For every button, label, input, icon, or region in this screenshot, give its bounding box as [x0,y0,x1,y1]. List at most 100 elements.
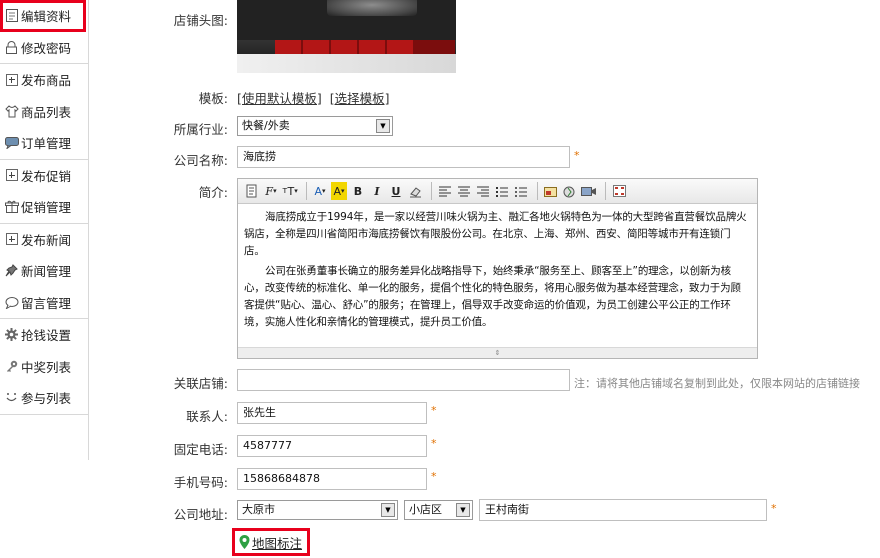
sidebar-item[interactable]: 参与列表 [0,382,88,414]
required-mark: * [431,437,437,450]
map-marker-link[interactable]: 地图标注 [232,528,310,556]
text-color-icon[interactable]: A ▾ [312,182,328,200]
intro-paragraph: 海底捞成立于1994年，是一家以经营川味火锅为主、融汇各地火锅特色为一体的大型跨… [244,211,747,257]
fullscreen-icon[interactable] [611,182,627,200]
pin-icon [4,263,19,278]
gear-icon [4,327,19,342]
editor-resize-handle[interactable]: ⇕ [238,347,757,358]
sidebar-item[interactable]: 发布新闻 [0,224,88,256]
sidebar-item-label: 商品列表 [21,104,72,120]
underline-icon[interactable]: U [388,182,404,200]
eraser-icon[interactable] [407,182,423,200]
sidebar: 编辑资料修改密码发布商品商品列表订单管理发布促销促销管理发布新闻新闻管理留言管理… [0,0,89,460]
sidebar-item[interactable]: 抢钱设置 [0,319,88,351]
sidebar-group: 发布新闻新闻管理留言管理 [0,224,88,319]
sidebar-item[interactable]: 发布促销 [0,160,88,192]
toolbar-separator [306,182,307,200]
linked-shop-label: 关联店铺: [173,376,228,391]
sidebar-item-label: 发布新闻 [21,232,72,248]
district-select[interactable]: 小店区 ▼ [404,500,473,520]
sidebar-item[interactable]: 修改密码 [0,32,88,64]
bold-icon[interactable]: B [350,182,366,200]
profile-icon [4,8,19,23]
company-name-input[interactable]: 海底捞 [237,146,570,168]
company-name-label: 公司名称: [173,153,228,168]
use-default-template-link[interactable]: [使用默认模板] [237,91,322,106]
sidebar-group: 抢钱设置中奖列表参与列表 [0,319,88,415]
sidebar-item-label: 抢钱设置 [21,328,72,344]
sidebar-group: 编辑资料 修改密码 [0,0,88,64]
sidebar-group: 发布商品商品列表订单管理 [0,64,88,160]
map-marker-label: 地图标注 [252,535,303,551]
unordered-list-icon[interactable] [513,182,529,200]
map-pin-icon [239,535,250,549]
flash-icon[interactable] [562,182,578,200]
sidebar-item-label: 订单管理 [21,136,72,152]
align-right-icon[interactable] [475,182,491,200]
city-select[interactable]: 大原市 ▼ [237,500,398,520]
sidebar-item-label: 修改密码 [21,40,72,56]
sidebar-item-label: 编辑资料 [21,9,72,25]
phone-label: 固定电话: [173,442,228,457]
editor-content[interactable]: 海底捞成立于1994年，是一家以经营川味火锅为主、融汇各地火锅特色为一体的大型跨… [238,204,757,331]
shop-image-label: 店铺头图: [173,13,228,28]
required-mark: * [431,404,437,417]
template-links: [使用默认模板] [选择模板] [237,88,390,107]
shirt-icon [4,104,19,119]
linked-shop-note: 注：请将其他店铺域名复制到此处，仅限本网站的店铺链接 [574,377,860,390]
smile-icon [4,390,19,405]
contact-label: 联系人: [186,409,228,424]
sidebar-item-label: 发布商品 [21,73,72,89]
sidebar-item-label: 参与列表 [21,391,72,407]
toolbar-separator [431,182,432,200]
mobile-input[interactable]: 15868684878 [237,468,427,490]
sidebar-item-label: 中奖列表 [21,359,72,375]
street-input[interactable]: 王村南街 [479,499,767,521]
font-size-icon[interactable]: т T ▾ [282,182,298,200]
city-select-value: 大原市 [242,503,275,516]
toolbar-separator [605,182,606,200]
sidebar-item-label: 新闻管理 [21,264,72,280]
intro-paragraph: 公司在张勇董事长确立的服务差异化战略指导下，始终秉承“服务至上、顾客至上”的理念… [244,265,741,328]
select-template-link[interactable]: [选择模板] [330,91,390,106]
italic-icon[interactable]: I [369,182,385,200]
speech-bubble-icon [4,295,19,310]
ordered-list-icon[interactable] [494,182,510,200]
plus-box-icon [4,232,19,247]
sidebar-group: 发布促销 促销管理 [0,160,88,224]
sidebar-item[interactable]: 订单管理 [0,127,88,159]
image-icon[interactable] [543,182,559,200]
sidebar-item[interactable]: 中奖列表 [0,351,88,383]
align-center-icon[interactable] [456,182,472,200]
sidebar-item[interactable]: 促销管理 [0,191,88,223]
chevron-down-icon: ▼ [456,503,470,517]
sidebar-item[interactable]: 新闻管理 [0,255,88,287]
sidebar-item[interactable]: 编辑资料 [0,0,86,32]
district-select-value: 小店区 [409,503,442,516]
lock-icon [4,40,19,55]
shop-awning [237,54,456,73]
mobile-label: 手机号码: [173,475,228,490]
sidebar-item[interactable]: 留言管理 [0,287,88,319]
key-icon [4,359,19,374]
linked-shop-input[interactable] [237,369,570,391]
phone-input[interactable]: 4587777 [237,435,427,457]
shop-header-image[interactable] [237,0,456,73]
required-mark: * [574,149,580,162]
font-family-icon[interactable]: F ▾ [263,182,279,200]
required-mark: * [771,502,777,515]
highlight-color-icon[interactable]: A ▾ [331,182,347,200]
sidebar-item[interactable]: 发布商品 [0,64,88,96]
toolbar-separator [537,182,538,200]
contact-input[interactable]: 张先生 [237,402,427,424]
industry-select[interactable]: 快餐/外卖 ▼ [237,116,393,136]
plus-box-icon [4,168,19,183]
required-mark: * [431,470,437,483]
sidebar-item[interactable]: 商品列表 [0,96,88,128]
editor-toolbar: F ▾ т T ▾ A ▾ A ▾ B I U [238,179,757,204]
video-icon[interactable] [581,182,597,200]
sidebar-item-label: 促销管理 [21,200,72,216]
source-icon[interactable] [244,182,260,200]
address-label: 公司地址: [173,507,228,522]
align-left-icon[interactable] [437,182,453,200]
